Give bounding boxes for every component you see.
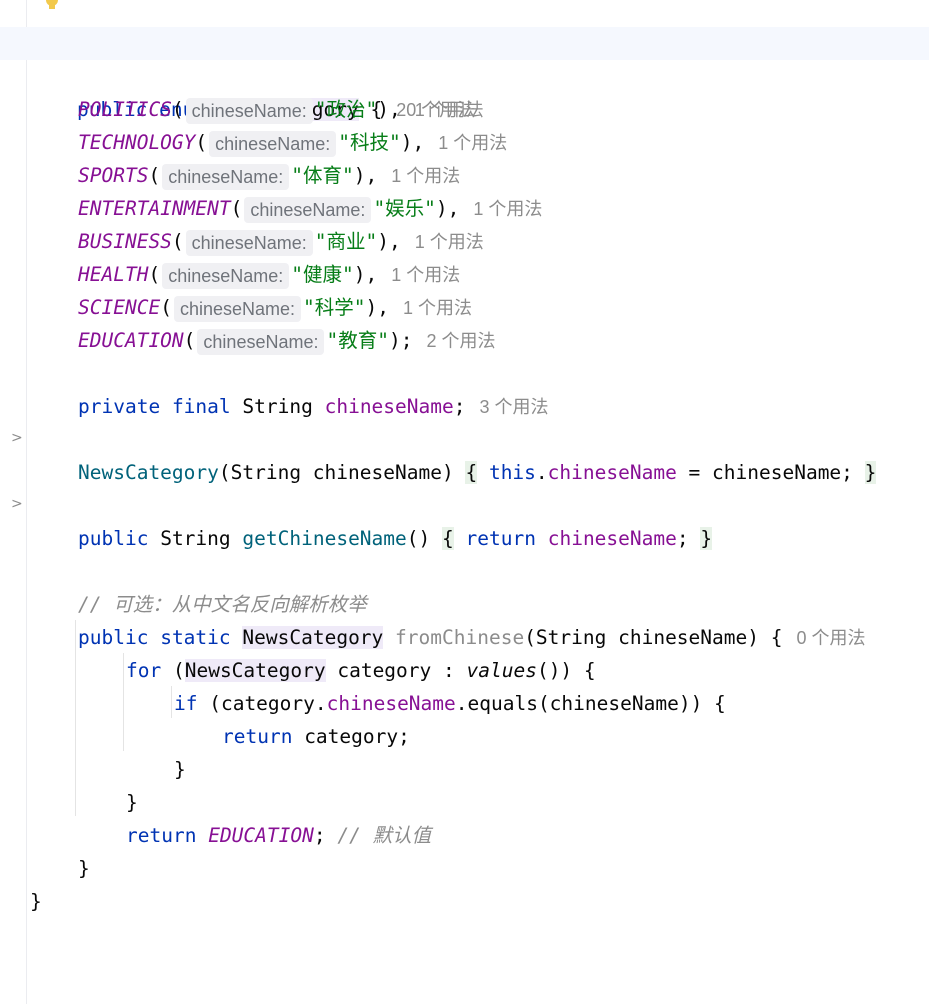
- dot: .: [535, 461, 548, 484]
- semicolon: ;: [676, 527, 689, 550]
- folded-open-brace: {: [465, 461, 478, 484]
- code-line-constant[interactable]: SCIENCE(chineseName: "科学"), 1 个用法: [0, 258, 929, 322]
- code-line-constant[interactable]: POLITICS(chineseName: "政治"), 1 个用法: [0, 60, 929, 124]
- code-line-constant[interactable]: HEALTH(chineseName: "健康"), 1 个用法: [0, 225, 929, 289]
- folded-open-brace: {: [442, 527, 454, 550]
- type-string: String: [242, 395, 313, 418]
- code-line-getter[interactable]: public String getChineseName() { return …: [0, 489, 929, 550]
- keyword-public: public: [78, 527, 149, 550]
- code-line-constant[interactable]: TECHNOLOGY(chineseName: "科技"), 1 个用法: [0, 93, 929, 157]
- constructor-name: NewsCategory: [78, 461, 219, 484]
- code-line-for[interactable]: for (NewsCategory category : values()) {: [0, 621, 929, 682]
- field-name: chineseName: [324, 395, 454, 418]
- field-ref: chineseName: [547, 527, 677, 550]
- keyword-this: this: [488, 461, 536, 484]
- indent-guide: [75, 620, 76, 816]
- keyword-return: return: [465, 527, 536, 550]
- usages-hint[interactable]: 2 个用法: [426, 331, 495, 351]
- indent-guide: [171, 686, 172, 718]
- code-line-constructor[interactable]: NewsCategory(String chineseName) { this.…: [0, 423, 929, 484]
- indent-guide: [123, 653, 124, 751]
- type-string: String: [160, 527, 231, 550]
- code-line-if[interactable]: if (category.chineseName.equals(chineseN…: [0, 654, 929, 715]
- code-line-field[interactable]: private final String chineseName; 3 个用法: [0, 357, 929, 418]
- field-ref: chineseName: [547, 461, 677, 484]
- code-line-constant[interactable]: ENTERTAINMENT(chineseName: "娱乐"), 1 个用法: [0, 159, 929, 223]
- code-line-constant[interactable]: SPORTS(chineseName: "体育"), 1 个用法: [0, 126, 929, 190]
- code-line-return[interactable]: return category;: [0, 687, 929, 748]
- keyword-private: private: [78, 395, 161, 418]
- parens: (): [406, 527, 431, 550]
- code-line-close-brace[interactable]: }: [0, 852, 929, 913]
- keyword-final: final: [171, 395, 231, 418]
- folded-close-brace: }: [864, 461, 877, 484]
- folded-close-brace: }: [700, 527, 713, 550]
- code-line-close-brace[interactable]: }: [0, 753, 929, 814]
- constructor-params: (String chineseName): [218, 461, 454, 484]
- usages-hint[interactable]: 3 个用法: [479, 397, 548, 417]
- code-line-return-default[interactable]: return EDUCATION; // 默认值: [0, 786, 929, 847]
- code-line-comment[interactable]: // 可选：从中文名反向解析枚举: [0, 555, 929, 616]
- constant-end: );: [388, 329, 413, 352]
- param-name-hint: chineseName:: [197, 328, 325, 355]
- code-line-close-brace[interactable]: }: [0, 819, 929, 880]
- code-line-constant[interactable]: BUSINESS(chineseName: "商业"), 1 个用法: [0, 192, 929, 256]
- code-line-method-signature[interactable]: public static NewsCategory fromChinese(S…: [0, 588, 929, 649]
- code-line-enum-header[interactable]: public enum NewsCategory {20 个用法: [0, 27, 929, 122]
- enum-constant: EDUCATION: [78, 329, 184, 352]
- lightbulb-icon[interactable]: [44, 0, 60, 14]
- method-name: getChineseName: [242, 527, 407, 550]
- close-brace: }: [30, 890, 42, 913]
- string-literal: "教育": [326, 329, 389, 352]
- assignment: = chineseName;: [676, 461, 853, 484]
- code-line-close-brace[interactable]: }: [0, 720, 929, 781]
- code-line-constant[interactable]: EDUCATION(chineseName: "教育"); 2 个用法: [0, 291, 929, 355]
- semicolon: ;: [453, 395, 466, 418]
